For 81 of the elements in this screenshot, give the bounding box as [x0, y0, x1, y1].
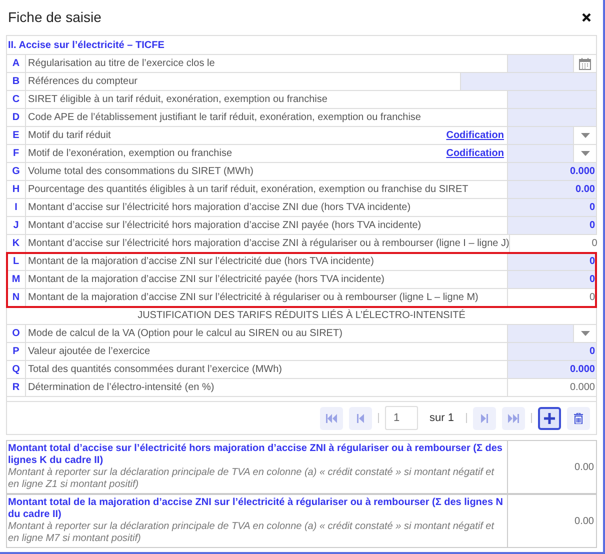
text-field[interactable] — [507, 109, 596, 126]
row-label: Code APE de l’établissement justifiant le tarif réduit, exonération, exemption ou franchise — [27, 111, 421, 125]
row-letter: F — [7, 145, 26, 162]
row-letter: B — [7, 73, 26, 90]
row-label: Régularisation au titre de l’exercice clos le — [27, 57, 215, 71]
row-letter: L — [7, 253, 26, 270]
number-field[interactable]: 0 — [589, 343, 596, 360]
text-field[interactable] — [507, 91, 596, 108]
page-number-field[interactable]: 1 — [384, 406, 418, 430]
delete-button[interactable] — [567, 406, 590, 430]
codification-link[interactable]: Codification — [446, 145, 507, 162]
row-letter: M — [7, 271, 26, 288]
row-letter: H — [7, 181, 26, 198]
section-title: II. Accise sur l’électricité – TICFE — [8, 38, 164, 52]
dropdown-field[interactable] — [507, 145, 596, 162]
row-label: Motif du tarif réduit — [27, 129, 111, 143]
window-title: Fiche de saisie — [8, 8, 102, 27]
next-page-icon — [481, 414, 488, 422]
row-letter: G — [7, 163, 26, 180]
previous-page-icon — [356, 414, 364, 422]
dropdown-caret-icon[interactable] — [580, 331, 590, 336]
last-page-button[interactable] — [502, 406, 525, 430]
close-icon[interactable] — [582, 13, 591, 22]
row-label: Mode de calcul de la VA (Option pour le calcul au SIREN ou au SIRET) — [27, 327, 342, 341]
number-field: 0 — [589, 289, 596, 306]
row-label: SIRET éligible à un tarif réduit, exonération, exemption ou franchise — [27, 93, 328, 107]
number-field: 0 — [592, 235, 598, 252]
row-label: Volume total des consommations du SIRET (MWh) — [27, 165, 254, 179]
codification-link[interactable]: Codification — [446, 127, 507, 144]
row-letter: R — [7, 379, 26, 396]
first-page-button[interactable] — [320, 406, 343, 430]
row-label: Détermination de l’électro-intensité (en %) — [27, 381, 214, 395]
add-button[interactable] — [538, 406, 561, 430]
number-field: 0.000 — [570, 379, 596, 396]
row-letter: N — [7, 289, 26, 306]
row-letter: I — [7, 199, 26, 216]
row-label: Montant de la majoration d’accise ZNI sur l’électricité payée (hors TVA incidente) — [27, 273, 384, 287]
text-field[interactable] — [460, 73, 596, 90]
row-label: Montant de la majoration d’accise ZNI sur l’électricité à régulariser ou à rembourser (ligne L – ligne M) — [27, 291, 478, 305]
row-label: Pourcentage des quantités éligibles à un tarif réduit, exonération, exemption ou franchise du SIRET — [27, 183, 468, 197]
dropdown-caret-icon[interactable] — [580, 133, 590, 138]
next-page-button[interactable] — [473, 406, 496, 430]
row-letter: A — [7, 55, 26, 72]
number-field[interactable]: 0 — [589, 253, 596, 270]
row-label: Montant d’accise sur l’électricité hors majoration d’accise ZNI payée (hors TVA incidente) — [27, 219, 422, 233]
total-title: Montant total de la majoration d’accise ZNI sur l’électricité à régulariser ou à rembourser (Σ des lignes N du cadre II) — [8, 497, 504, 521]
row-label: Valeur ajoutée de l’exercice — [27, 345, 150, 359]
row-letter: Q — [7, 361, 26, 378]
row-letter: O — [7, 325, 26, 342]
row-letter: P — [7, 343, 26, 360]
total-note: Montant à reporter sur la déclaration principale de TVA en colonne (a) « crédit constaté » si montant négatif et en ligne M7 si montant positif) — [8, 521, 496, 545]
calendar-icon[interactable] — [579, 58, 591, 70]
number-field[interactable]: 0 — [589, 217, 596, 234]
row-letter: J — [7, 217, 26, 234]
date-field[interactable] — [508, 55, 573, 72]
row-label: Montant de la majoration d’accise ZNI sur l’électricité due (hors TVA incidente) — [27, 255, 374, 269]
dropdown-caret-icon[interactable] — [580, 151, 590, 156]
row-label: Montant d’accise sur l’électricité hors majoration d’accise ZNI due (hors TVA incidente) — [27, 201, 411, 215]
total-value: 0.00 — [574, 514, 594, 528]
last-page-icon — [508, 414, 519, 422]
total-note: Montant à reporter sur la déclaration principale de TVA en colonne (a) « crédit constaté » si montant négatif et en ligne Z1 si montant positif) — [8, 467, 496, 491]
subsection-heading: JUSTIFICATION DES TARIFS RÉDUITS LIÉS À L’ÉLECTRO-INTENSITÉ — [138, 308, 466, 323]
trash-icon — [574, 412, 583, 424]
row-letter: D — [7, 109, 26, 126]
row-label: Références du compteur — [27, 75, 138, 89]
row-letter: E — [7, 127, 26, 144]
total-value: 0.00 — [574, 460, 594, 474]
page-count: sur 1 — [428, 410, 455, 426]
total-title: Montant total d’accise sur l’électricité hors majoration d’accise ZNI à régulariser ou à rembourser (Σ des lignes K du cadre II) — [8, 443, 504, 467]
row-label: Montant d’accise sur l’électricité hors majoration d’accise ZNI à régulariser ou à rembourser (ligne I – ligne J) — [27, 237, 510, 251]
row-letter: C — [7, 91, 26, 108]
plus-icon — [544, 412, 555, 424]
previous-page-button[interactable] — [348, 406, 372, 430]
dropdown-field[interactable] — [507, 127, 596, 144]
row-label: Total des quantités consommées durant l’exercice (MWh) — [27, 363, 282, 377]
dropdown-field[interactable] — [507, 325, 596, 342]
row-label: Motif de l’exonération, exemption ou franchise — [27, 147, 232, 161]
number-field[interactable]: 0 — [589, 199, 596, 216]
row-letter: K — [7, 235, 26, 252]
number-field[interactable]: 0 — [589, 271, 596, 288]
first-page-icon — [326, 414, 337, 422]
